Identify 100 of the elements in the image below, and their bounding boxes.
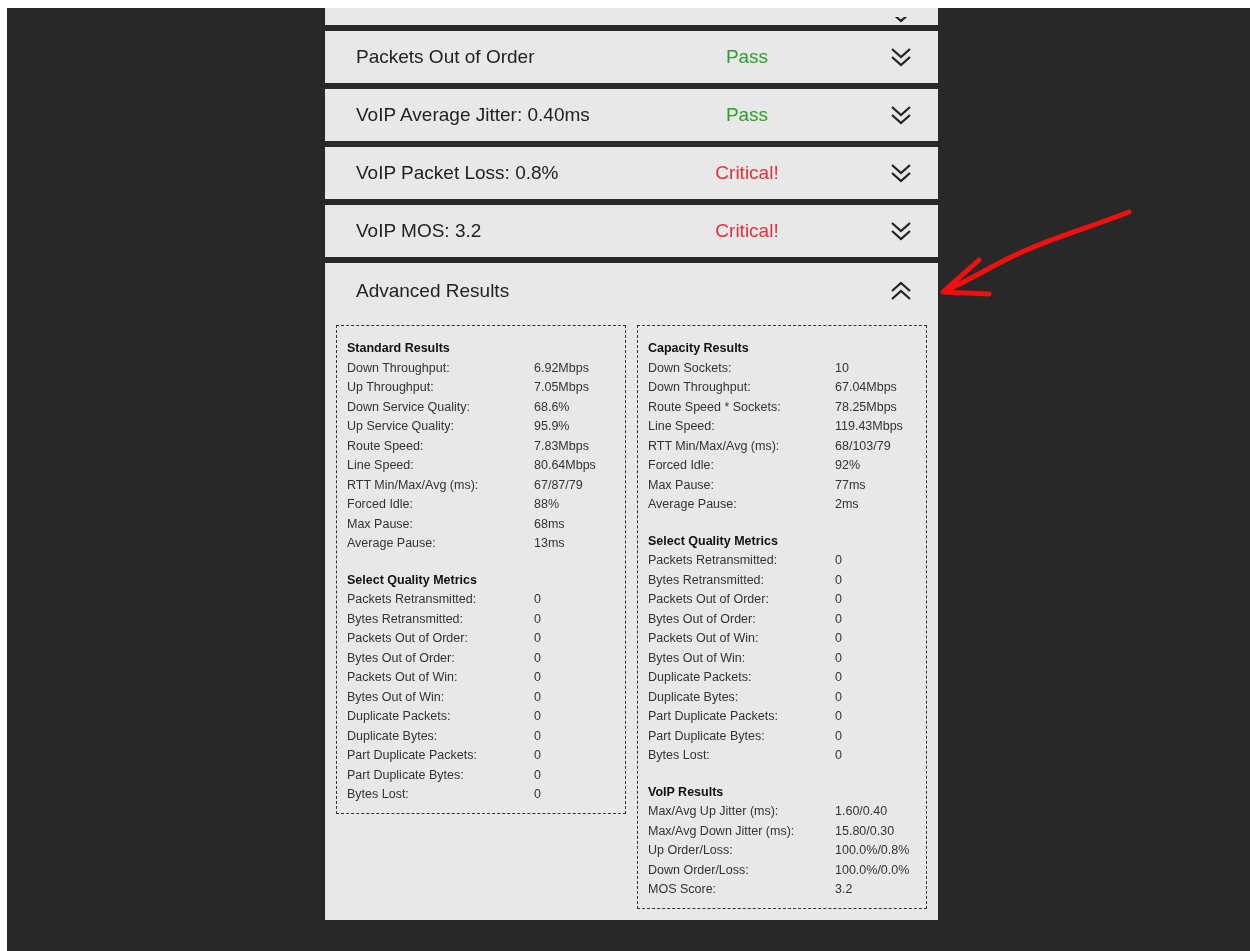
metric-value: 0 [835,747,842,764]
chevron-down-icon[interactable] [890,47,912,67]
metric-value: 0 [534,766,541,784]
metric-label: Packets Retransmitted: [347,591,478,608]
metric-label: RTT Min/Max/Avg (ms): [347,476,480,494]
metric-label: Packets Out of Win: [347,669,459,686]
metric-label: Forced Idle: [347,496,414,513]
result-row[interactable]: Packets Out of Order Pass [325,31,938,83]
metric-value: 0 [835,610,842,628]
section-heading: Select Quality Metrics [347,571,478,589]
metric-value: 10 [835,359,849,377]
metric-value: 0 [835,727,842,745]
metric-value: 0 [534,630,541,647]
result-status: Critical! [714,162,780,184]
metric-value: 67.04Mbps [835,379,897,396]
metric-label: Down Throughput: [347,359,451,377]
metric-label: Duplicate Bytes: [648,688,740,706]
metric-label: Bytes Lost: [648,747,711,764]
chevron-down-icon[interactable] [890,221,912,241]
metric-value: 7.83Mbps [534,437,589,455]
metric-label: Part Duplicate Packets: [347,747,478,764]
metric-label: Route Speed * Sockets: [648,398,782,416]
metric-label: Average Pause: [648,496,738,513]
metric-value: 77ms [835,476,866,494]
metric-value: 0 [835,688,842,706]
metric-label: MOS Score: [648,881,718,898]
metric-label: Route Speed: [347,437,425,455]
metric-value: 0 [534,610,541,628]
metric-value: 0 [835,571,842,589]
metric-label: Down Order/Loss: [648,861,750,879]
metric-value: 0 [835,552,842,569]
metric-value: 15.80/0.30 [835,822,895,840]
metric-label: Bytes Out of Order: [648,610,757,628]
metric-value: 80.64Mbps [534,457,596,474]
metric-value: 92% [835,457,861,474]
metric-value: 0 [835,669,842,686]
metric-label: Max/Avg Down Jitter (ms): [648,822,796,840]
metric-value: 100.0%/0.8% [835,842,910,859]
metric-label: RTT Min/Max/Avg (ms): [648,437,781,455]
metric-label: Packets Out of Win: [648,630,760,647]
metric-value: 0 [534,669,541,686]
metric-value: 95.9% [534,418,570,435]
metric-label: Bytes Retransmitted: [347,610,464,628]
metric-value: 68ms [534,515,565,533]
metric-label: Bytes Lost: [347,786,410,803]
metric-label: Packets Retransmitted: [648,552,779,569]
metric-label: Up Order/Loss: [648,842,734,859]
result-title: VoIP Packet Loss: 0.8% [356,162,560,184]
metric-label: Down Service Quality: [347,398,471,416]
chevron-up-icon[interactable] [890,281,912,301]
metric-label: Part Duplicate Bytes: [648,727,766,745]
metric-label: Down Throughput: [648,379,752,396]
metric-label: Line Speed: [347,457,415,474]
result-title: Packets Out of Order [356,46,536,68]
metric-value: 68/103/79 [835,437,891,455]
metric-label: Forced Idle: [648,457,715,474]
metric-value: 0 [534,747,541,764]
metric-label: Up Throughput: [347,379,435,396]
metric-value: 0 [534,786,541,803]
metric-label: Up Service Quality: [347,418,455,435]
metric-value: 0 [835,630,842,647]
metric-label: Packets Out of Order: [648,591,770,608]
metric-label: Bytes Out of Order: [347,649,456,667]
section-heading: Capacity Results [648,340,750,357]
result-status: Pass [724,46,770,68]
metric-label: Duplicate Packets: [347,708,452,725]
result-row[interactable]: VoIP MOS: 3.2 Critical! [325,205,938,257]
chevron-down-icon[interactable] [890,105,912,125]
metric-value: 13ms [534,535,565,552]
chevron-down-icon[interactable] [890,163,912,183]
metric-value: 0 [835,649,842,667]
metric-value: 7.05Mbps [534,379,589,396]
metric-value: 0 [534,688,541,706]
metric-value: 0 [534,708,541,725]
metric-value: 0 [534,649,541,667]
metric-label: Down Sockets: [648,359,733,377]
section-heading: Standard Results [347,340,451,357]
metric-label: Max Pause: [648,476,715,494]
advanced-results-title: Advanced Results [356,280,511,302]
result-row[interactable]: VoIP Packet Loss: 0.8% Critical! [325,147,938,199]
metric-value: 0 [835,708,842,725]
metric-value: 67/87/79 [534,476,583,494]
metric-value: 0 [534,591,541,608]
metric-label: Max/Avg Up Jitter (ms): [648,803,780,820]
metric-value: 1.60/0.40 [835,803,888,820]
result-status: Critical! [714,220,780,242]
metric-label: Bytes Out of Win: [648,649,747,667]
result-row[interactable]: VoIP Average Jitter: 0.40ms Pass [325,89,938,141]
metric-label: Duplicate Bytes: [347,727,439,745]
metric-label: Bytes Retransmitted: [648,571,765,589]
metric-value: 119.43Mbps [835,418,903,435]
metric-value: 78.25Mbps [835,398,897,416]
metric-label: Max Pause: [347,515,414,533]
section-heading: Select Quality Metrics [648,532,779,550]
section-heading: VoIP Results [648,783,725,801]
metric-label: Average Pause: [347,535,437,552]
metric-label: Line Speed: [648,418,716,435]
metric-value: 68.6% [534,398,570,416]
metric-label: Part Duplicate Packets: [648,708,779,725]
metric-value: 2ms [835,496,859,513]
